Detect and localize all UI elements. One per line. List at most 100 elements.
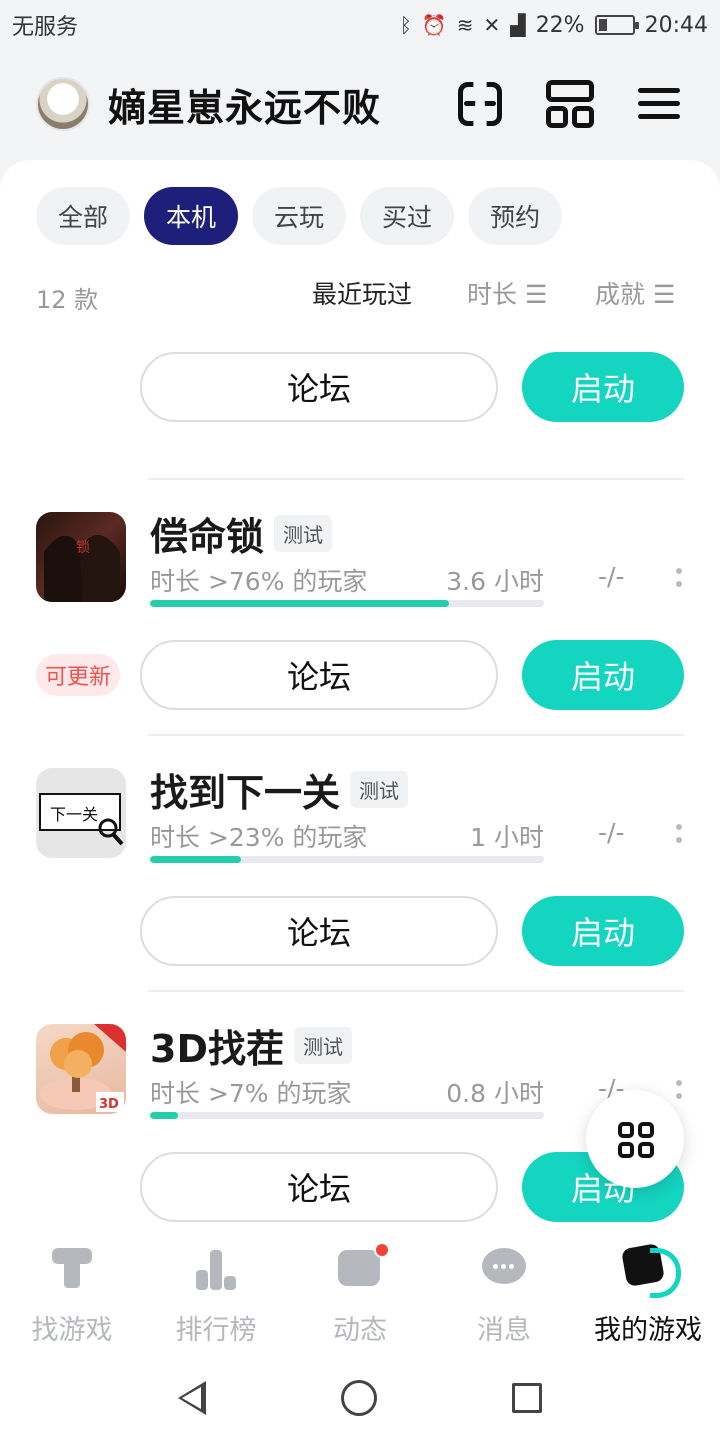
forum-button[interactable]: 论坛	[140, 1152, 498, 1222]
play-stat: 时长 >76% 的玩家	[150, 567, 368, 596]
message-icon	[480, 1244, 528, 1292]
nav-label: 排行榜	[175, 1315, 257, 1346]
layout-icon[interactable]	[546, 80, 594, 128]
play-hours: 1 小时	[470, 823, 544, 852]
start-button[interactable]: 启动	[522, 640, 684, 710]
play-hours: 3.6 小时	[446, 567, 544, 596]
game-title[interactable]: 找到下一关 测试	[150, 762, 409, 817]
game-list: 论坛 启动 锁 偿命锁 测试 时长 >76% 的玩家 3.6 小时 -/- 可更…	[0, 328, 720, 1224]
nav-feed[interactable]: 动态	[288, 1224, 432, 1356]
more-icon[interactable]	[676, 1080, 682, 1100]
svg-text:3D: 3D	[99, 1097, 119, 1112]
nav-my-games[interactable]: 我的游戏	[576, 1224, 720, 1356]
user-avatar[interactable]	[36, 77, 90, 131]
filter-chip[interactable]: 预约	[468, 187, 563, 245]
sort-icon: ☰	[652, 280, 676, 309]
play-stat: 时长 >23% 的玩家	[150, 823, 368, 852]
grid-icon	[618, 1122, 634, 1138]
test-tag: 测试	[350, 771, 409, 808]
nav-label: 消息	[477, 1315, 531, 1346]
progress-bar	[150, 856, 544, 863]
quick-grid-button[interactable]	[586, 1090, 684, 1188]
divider	[148, 734, 684, 736]
game-icon[interactable]: 下一关	[36, 768, 126, 858]
nav-label: 找游戏	[31, 1315, 113, 1346]
filter-chips: 全部 本机 云玩 买过 预约	[36, 187, 563, 245]
divider	[148, 990, 684, 992]
game-icon-text: 下一关	[50, 805, 98, 824]
update-badge[interactable]: 可更新	[36, 654, 121, 696]
game-artwork-icon: 锁	[44, 534, 120, 602]
game-title[interactable]: 3D找茬 测试	[150, 1018, 352, 1073]
app-header: 嫡星崽永远不败	[0, 62, 720, 146]
alarm-icon: ⏰	[421, 13, 447, 37]
nav-label: 动态	[333, 1315, 387, 1346]
achievement: -/-	[598, 818, 625, 847]
achievement: -/-	[598, 562, 625, 591]
bluetooth-icon: ᛒ	[399, 13, 412, 37]
progress-fill	[150, 1112, 178, 1119]
menu-icon[interactable]	[636, 80, 684, 128]
game-title-text: 偿命锁	[150, 515, 265, 559]
nav-find-games[interactable]: 找游戏	[0, 1224, 144, 1356]
game-icon[interactable]: 3D	[36, 1024, 126, 1114]
forum-button[interactable]: 论坛	[140, 640, 498, 710]
game-count: 12 款	[36, 286, 99, 314]
filter-chip[interactable]: 买过	[360, 187, 455, 245]
back-icon[interactable]	[177, 1381, 206, 1415]
user-name[interactable]: 嫡星崽永远不败	[108, 77, 414, 132]
sort-achievement[interactable]: 成就 ☰	[595, 275, 675, 311]
game-title-text: 找到下一关	[150, 771, 341, 815]
scan-icon[interactable]	[456, 80, 504, 128]
start-button[interactable]: 启动	[522, 352, 684, 422]
bottom-nav: 找游戏 排行榜 动态 消息 我的游戏	[0, 1224, 720, 1356]
filter-chip[interactable]: 全部	[36, 187, 131, 245]
system-nav-bar	[0, 1356, 720, 1440]
clock: 20:44	[644, 12, 708, 38]
game-artwork-icon: 3D	[40, 1024, 126, 1112]
progress-bar	[150, 1112, 544, 1119]
filter-chip[interactable]: 本机	[144, 187, 239, 245]
sort-duration[interactable]: 时长 ☰	[467, 275, 547, 311]
nav-label: 我的游戏	[594, 1315, 702, 1346]
game-icon[interactable]: 锁	[36, 512, 126, 602]
start-button[interactable]: 启动	[522, 896, 684, 966]
divider	[148, 478, 684, 480]
carrier-label: 无服务	[12, 15, 79, 40]
no-call-icon: ✕	[483, 13, 501, 37]
test-tag: 测试	[293, 1027, 352, 1064]
sort-bar: 12 款 最近玩过 时长 ☰ 成就 ☰	[0, 270, 720, 320]
game-card-partial: 论坛 启动	[0, 328, 720, 446]
sort-recent[interactable]: 最近玩过	[312, 275, 412, 311]
battery-icon	[594, 15, 639, 35]
forum-button[interactable]: 论坛	[140, 896, 498, 966]
progress-bar	[150, 600, 544, 607]
game-card[interactable]: 锁 偿命锁 测试 时长 >76% 的玩家 3.6 小时 -/- 可更新 论坛 启动	[0, 478, 720, 734]
ranking-icon	[192, 1244, 240, 1292]
sort-icon: ☰	[524, 280, 548, 309]
forum-button[interactable]: 论坛	[140, 352, 498, 422]
test-tag: 测试	[274, 515, 333, 552]
progress-fill	[150, 600, 450, 607]
more-icon[interactable]	[676, 824, 682, 844]
signal-icon: ▟	[510, 13, 526, 37]
filter-chip[interactable]: 云玩	[252, 187, 347, 245]
sort-achievement-label: 成就	[595, 280, 646, 309]
wifi-icon: ≋	[456, 13, 474, 37]
nav-messages[interactable]: 消息	[432, 1224, 576, 1356]
recent-apps-icon[interactable]	[512, 1383, 543, 1413]
game-title-text: 3D找茬	[150, 1027, 284, 1071]
game-card[interactable]: 下一关 找到下一关 测试 时长 >23% 的玩家 1 小时 -/- 论坛 启动	[0, 734, 720, 990]
game-artwork-icon: 下一关	[39, 793, 124, 846]
svg-text:锁: 锁	[76, 540, 90, 556]
more-icon[interactable]	[676, 568, 682, 588]
game-title[interactable]: 偿命锁 测试	[150, 506, 333, 561]
nav-ranking[interactable]: 排行榜	[144, 1224, 288, 1356]
sort-duration-label: 时长	[467, 280, 518, 309]
home-icon[interactable]	[340, 1380, 377, 1416]
status-icons: ᛒ ⏰ ≋ ✕ ▟ 22% 20:44	[400, 13, 708, 38]
status-bar: 无服务 ᛒ ⏰ ≋ ✕ ▟ 22% 20:44	[0, 0, 720, 50]
main-panel: 全部 本机 云玩 买过 预约 12 款 最近玩过 时长 ☰ 成就 ☰ 论坛 启动 锁	[0, 160, 720, 1224]
notification-dot	[374, 1242, 390, 1258]
progress-fill	[150, 856, 241, 863]
